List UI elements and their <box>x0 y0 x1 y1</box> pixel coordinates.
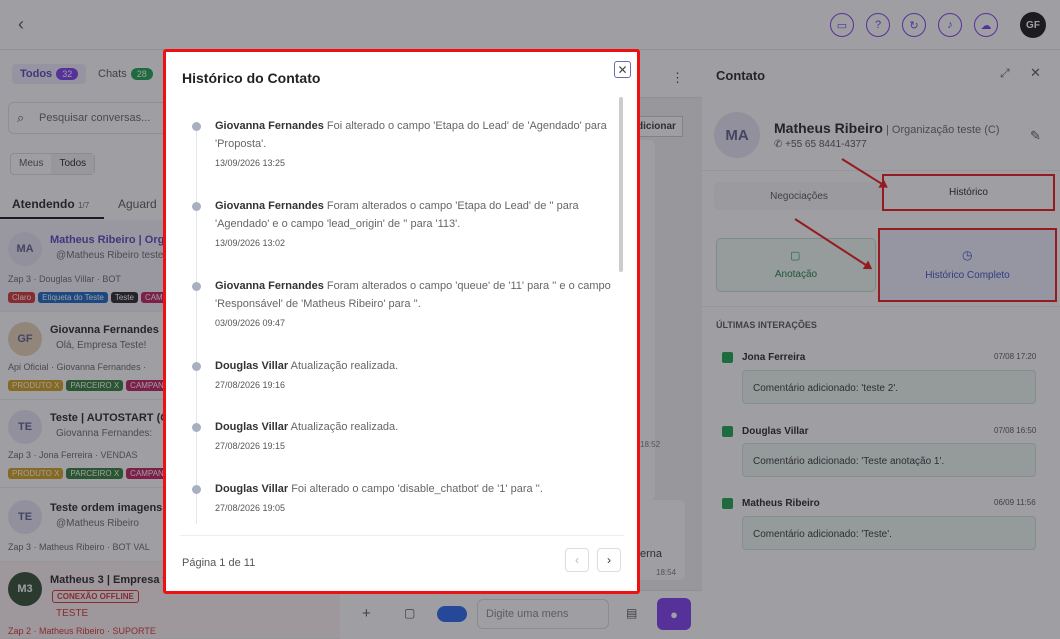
timeline-dot <box>192 485 201 494</box>
entry-date: 13/09/2026 13:25 <box>215 158 286 168</box>
modal-footer-divider <box>180 535 624 536</box>
prev-page-button[interactable]: ‹ <box>565 548 589 572</box>
entry-date: 27/08/2026 19:05 <box>215 503 286 513</box>
history-entry: Douglas Villar Atualização realizada. <box>215 418 620 436</box>
entry-text: Atualização realizada. <box>288 421 399 433</box>
entry-author: Giovanna Fernandes <box>215 280 324 292</box>
history-entry: Douglas Villar Foi alterado o campo 'dis… <box>215 480 620 498</box>
history-entry: Giovanna Fernandes Foi alterado o campo … <box>215 117 620 153</box>
next-page-button[interactable]: › <box>597 548 621 572</box>
entry-date: 03/09/2026 09:47 <box>215 318 286 328</box>
entry-text: Foi alterado o campo 'disable_chatbot' d… <box>288 483 543 495</box>
timeline-dot <box>192 362 201 371</box>
entry-text: Atualização realizada. <box>288 360 399 372</box>
timeline-dot <box>192 282 201 291</box>
entry-date: 27/08/2026 19:15 <box>215 441 286 451</box>
entry-date: 27/08/2026 19:16 <box>215 380 286 390</box>
close-icon: ✕ <box>617 62 628 77</box>
close-button[interactable]: ✕ <box>614 61 631 78</box>
timeline-dot <box>192 202 201 211</box>
timeline-line <box>196 124 197 524</box>
history-modal: Histórico do Contato ✕ Giovanna Fernande… <box>163 49 640 594</box>
history-entry: Douglas Villar Atualização realizada. <box>215 357 620 375</box>
entry-author: Douglas Villar <box>215 360 289 372</box>
timeline-dot <box>192 122 201 131</box>
entry-author: Giovanna Fernandes <box>215 120 324 132</box>
entry-author: Giovanna Fernandes <box>215 200 324 212</box>
entry-author: Douglas Villar <box>215 421 289 433</box>
timeline-dot <box>192 423 201 432</box>
history-entry: Giovanna Fernandes Foram alterados o cam… <box>215 197 620 233</box>
history-entry: Giovanna Fernandes Foram alterados o cam… <box>215 277 620 313</box>
pagination-label: Página 1 de 11 <box>182 557 256 569</box>
entry-author: Douglas Villar <box>215 483 289 495</box>
modal-title: Histórico do Contato <box>182 70 321 86</box>
entry-date: 13/09/2026 13:02 <box>215 238 286 248</box>
